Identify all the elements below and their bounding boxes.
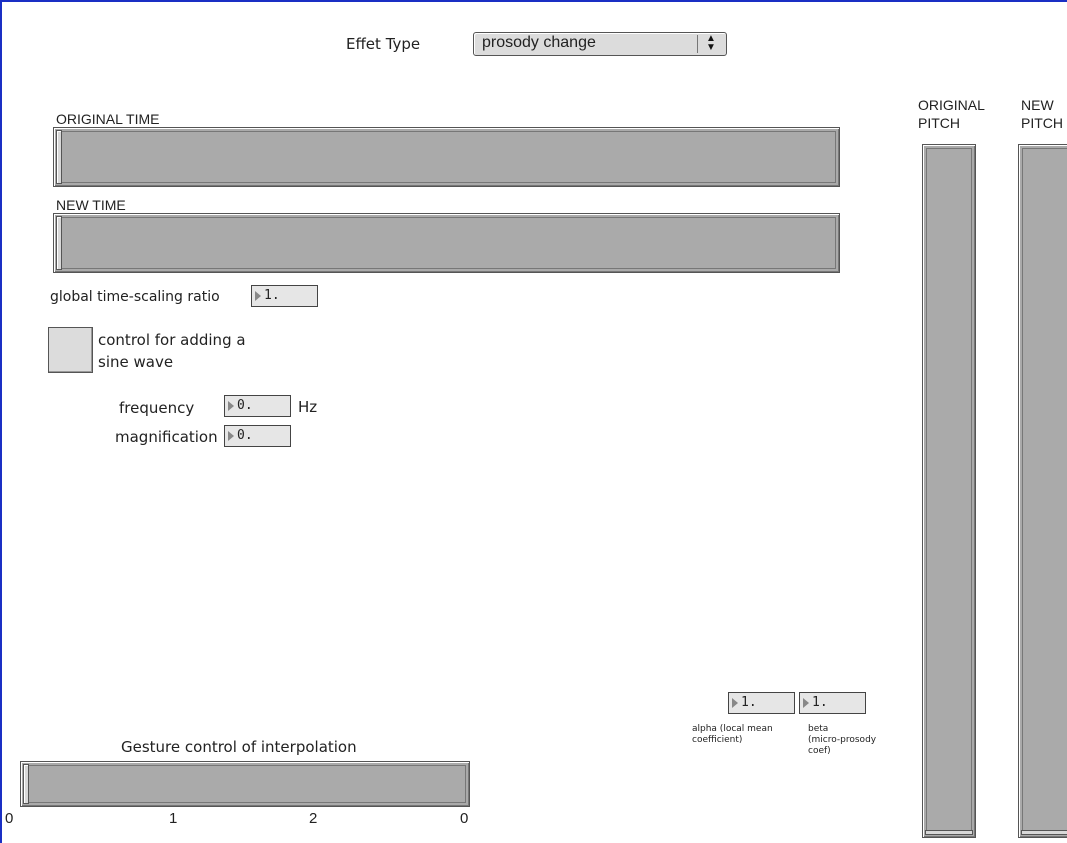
frequency-label: frequency <box>119 399 195 417</box>
sine-control-label-line2: sine wave <box>98 353 174 371</box>
original-time-label: ORIGINAL TIME <box>56 111 160 127</box>
slider-track <box>24 765 466 803</box>
up-down-arrows-icon: ▲ ▼ <box>706 33 716 53</box>
numbox-triangle-icon <box>228 431 234 441</box>
frequency-numbox[interactable]: 0. <box>224 395 291 417</box>
effect-type-dropdown[interactable]: prosody change ▲ ▼ <box>473 32 727 56</box>
magnification-label: magnification <box>115 428 218 446</box>
new-pitch-label-line1: NEW <box>1021 97 1054 113</box>
gesture-tick-label: 0 <box>460 810 469 827</box>
gesture-tick-label: 1 <box>169 810 178 827</box>
new-time-slider[interactable] <box>53 213 840 273</box>
global-time-scaling-label: global time-scaling ratio <box>50 289 220 305</box>
new-pitch-label-line2: PITCH <box>1021 115 1063 131</box>
new-time-label: NEW TIME <box>56 197 126 213</box>
alpha-label-line2: coefficient) <box>692 735 743 745</box>
patch-window: Effet Type prosody change ▲ ▼ ORIGINAL TI… <box>0 0 1067 843</box>
alpha-value: 1. <box>741 695 757 710</box>
slider-track <box>57 217 836 269</box>
numbox-triangle-icon <box>803 698 809 708</box>
original-time-knob[interactable] <box>56 130 62 184</box>
alpha-label-line1: alpha (local mean <box>692 724 773 734</box>
global-time-scaling-numbox[interactable]: 1. <box>251 285 318 307</box>
effect-type-value: prosody change <box>482 34 596 51</box>
sine-control-label-line1: control for adding a <box>98 331 246 349</box>
gesture-interpolation-knob[interactable] <box>23 764 29 804</box>
new-pitch-knob[interactable] <box>1021 830 1067 835</box>
original-pitch-label-line1: ORIGINAL <box>918 97 985 113</box>
new-pitch-slider[interactable] <box>1018 144 1067 838</box>
sine-wave-toggle[interactable] <box>48 327 93 373</box>
magnification-value: 0. <box>237 428 253 443</box>
frequency-value: 0. <box>237 398 253 413</box>
slider-track <box>57 131 836 183</box>
gesture-tick-label: 2 <box>309 810 318 827</box>
beta-value: 1. <box>812 695 828 710</box>
magnification-numbox[interactable]: 0. <box>224 425 291 447</box>
slider-track <box>1022 148 1067 834</box>
beta-label-line3: coef) <box>808 746 831 756</box>
frequency-unit: Hz <box>298 398 318 416</box>
slider-track <box>926 148 972 834</box>
effect-type-label: Effet Type <box>346 35 421 53</box>
gesture-interpolation-slider[interactable] <box>20 761 470 807</box>
numbox-triangle-icon <box>228 401 234 411</box>
original-pitch-knob[interactable] <box>925 830 973 835</box>
global-time-scaling-value: 1. <box>264 288 280 303</box>
alpha-numbox[interactable]: 1. <box>728 692 795 714</box>
original-pitch-slider[interactable] <box>922 144 976 838</box>
gesture-control-label: Gesture control of interpolation <box>121 738 357 756</box>
original-time-slider[interactable] <box>53 127 840 187</box>
numbox-triangle-icon <box>732 698 738 708</box>
dropdown-separator <box>697 35 698 53</box>
numbox-triangle-icon <box>255 291 261 301</box>
beta-label-line1: beta <box>808 724 829 734</box>
gesture-tick-label: 0 <box>5 810 14 827</box>
original-pitch-label-line2: PITCH <box>918 115 960 131</box>
beta-label-line2: (micro-prosody <box>808 735 877 745</box>
new-time-knob[interactable] <box>56 216 62 270</box>
beta-numbox[interactable]: 1. <box>799 692 866 714</box>
